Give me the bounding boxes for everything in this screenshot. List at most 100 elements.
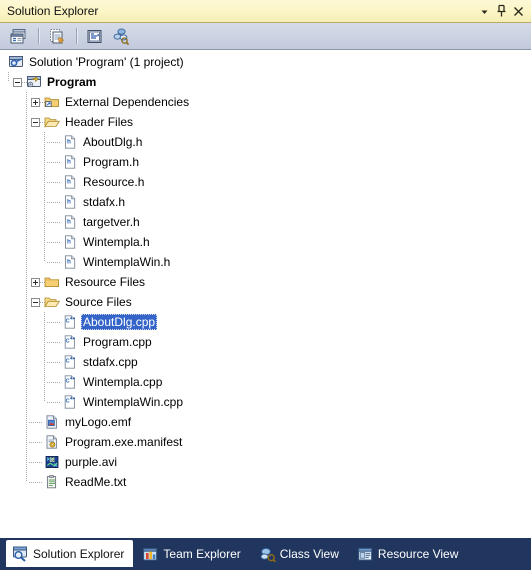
tree-item-label: Header Files: [65, 115, 134, 129]
tree-item[interactable]: Program.cpp: [0, 332, 531, 352]
class-diagram-icon: [112, 28, 130, 45]
view-code-icon: [86, 28, 104, 45]
tree-item[interactable]: stdafx.h: [0, 192, 531, 212]
tree-view[interactable]: Solution 'Program' (1 project) Program Ext…: [0, 50, 531, 538]
tree-item-label: purple.avi: [65, 455, 118, 469]
folder-open-icon: [44, 114, 60, 130]
tree-item[interactable]: Resource.h: [0, 172, 531, 192]
close-icon[interactable]: [510, 3, 527, 20]
tree-connector-line: [47, 402, 61, 403]
tree-expander[interactable]: [9, 72, 27, 92]
tree-item[interactable]: WintemplaWin.cpp: [0, 392, 531, 412]
folder-dependencies-icon: [44, 94, 60, 110]
tree-connector: [27, 472, 44, 492]
tree-item[interactable]: Program: [0, 72, 531, 92]
tab-label: Class View: [279, 547, 339, 561]
header-file-icon: [62, 174, 78, 190]
tree-item-label: External Dependencies: [65, 95, 190, 109]
tree-connector: [45, 172, 62, 192]
panel-tabbar: Solution Explorer Team Explorer Class View…: [0, 538, 531, 570]
cpp-file-icon: [62, 374, 78, 390]
view-code-button[interactable]: [83, 24, 107, 48]
tree-item[interactable]: WintemplaWin.h: [0, 252, 531, 272]
tree-item-label: myLogo.emf: [65, 415, 132, 429]
header-file-icon: [62, 154, 78, 170]
tree-item[interactable]: myLogo.emf: [0, 412, 531, 432]
tree-guide-line: [8, 72, 9, 82]
tree-item[interactable]: Resource Files: [0, 272, 531, 292]
tree-item-label: Wintempla.h: [83, 235, 150, 249]
collapse-icon[interactable]: [31, 297, 40, 307]
tree-item-label: Wintempla.cpp: [83, 375, 163, 389]
tree-item-label: Program.h: [83, 155, 140, 169]
folder-closed-icon: [44, 274, 60, 290]
tree-guide-line: [44, 132, 45, 262]
tree-item[interactable]: Solution 'Program' (1 project): [0, 52, 531, 72]
properties-window-button[interactable]: [7, 24, 31, 48]
tree-item-label: AboutDlg.h: [83, 135, 143, 149]
header-file-icon: [62, 134, 78, 150]
tree-item[interactable]: stdafx.cpp: [0, 352, 531, 372]
expand-icon[interactable]: [31, 277, 40, 287]
tree-item[interactable]: Program.h: [0, 152, 531, 172]
tree-item[interactable]: targetver.h: [0, 212, 531, 232]
header-file-icon: [62, 194, 78, 210]
pin-icon[interactable]: [493, 3, 510, 20]
collapse-icon[interactable]: [31, 117, 40, 127]
tree-expander[interactable]: [27, 272, 45, 292]
tree-item[interactable]: AboutDlg.h: [0, 132, 531, 152]
tree-connector: [45, 352, 62, 372]
tree-connector: [45, 212, 62, 232]
tree-item[interactable]: Source Files: [0, 292, 531, 312]
view-class-diagram-button[interactable]: [109, 24, 133, 48]
tree-connector: [45, 192, 62, 212]
tab-solution-explorer[interactable]: Solution Explorer: [6, 540, 134, 567]
tree-item-label: Program: [47, 75, 97, 89]
tree-item[interactable]: purple.avi: [0, 452, 531, 472]
expand-icon[interactable]: [31, 97, 40, 107]
show-all-files-icon: [48, 28, 66, 45]
tree-item[interactable]: Header Files: [0, 112, 531, 132]
tree-expander[interactable]: [27, 92, 45, 112]
dropdown-icon[interactable]: [476, 3, 493, 20]
tree-connector-line: [47, 362, 61, 363]
folder-open-icon: [44, 294, 60, 310]
tree-item[interactable]: Wintempla.h: [0, 232, 531, 252]
tab-label: Resource View: [377, 547, 459, 561]
tree-connector-line: [47, 202, 61, 203]
tree-item-label: Source Files: [65, 295, 132, 309]
tree-item[interactable]: Program.exe.manifest: [0, 432, 531, 452]
tree-item[interactable]: External Dependencies: [0, 92, 531, 112]
tree-connector: [45, 232, 62, 252]
tab-resource-view[interactable]: Resource View: [351, 541, 467, 567]
resource-view-icon: [357, 546, 374, 563]
tree-expander[interactable]: [27, 112, 45, 132]
class-view-icon: [259, 546, 276, 563]
tree-connector-line: [47, 262, 61, 263]
tree-item[interactable]: Wintempla.cpp: [0, 372, 531, 392]
header-file-icon: [62, 214, 78, 230]
tree-item-label: WintemplaWin.h: [83, 255, 171, 269]
emf-file-icon: [44, 414, 60, 430]
tree-connector-line: [29, 422, 43, 423]
tree-item[interactable]: AboutDlg.cpp: [0, 312, 531, 332]
collapse-icon[interactable]: [13, 77, 22, 87]
tree-connector: [45, 332, 62, 352]
cpp-file-icon: [62, 314, 78, 330]
tree-guide-line: [44, 312, 45, 402]
tree-expander[interactable]: [27, 292, 45, 312]
show-all-files-button[interactable]: [45, 24, 69, 48]
header-file-icon: [62, 234, 78, 250]
tab-class-view[interactable]: Class View: [253, 541, 348, 567]
tab-team-explorer[interactable]: Team Explorer: [136, 541, 249, 567]
tree-connector-line: [29, 482, 43, 483]
tree-item[interactable]: ReadMe.txt: [0, 472, 531, 492]
tree-item-label: stdafx.h: [83, 195, 126, 209]
